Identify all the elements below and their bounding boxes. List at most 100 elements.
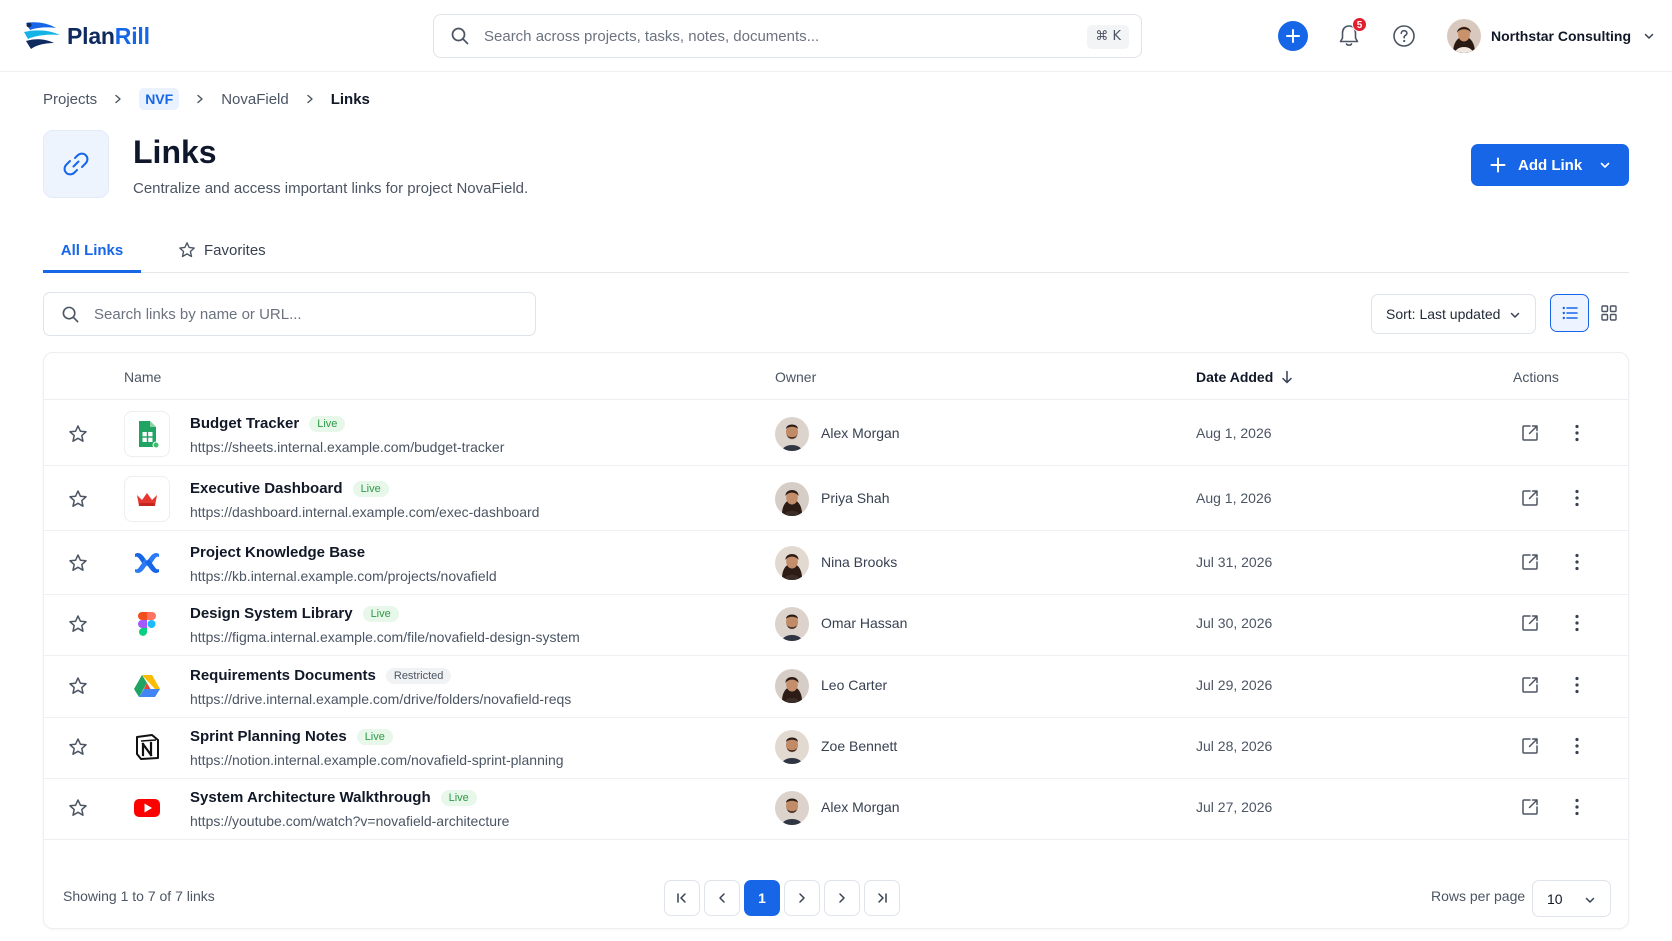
star-icon: [179, 242, 195, 258]
table-row[interactable]: Budget Tracker Live https://sheets.interna…: [44, 401, 1628, 466]
notification-badge: 5: [1352, 17, 1367, 32]
last-page-icon: [878, 893, 887, 903]
page-icon: [43, 130, 109, 198]
column-header-owner[interactable]: Owner: [775, 369, 816, 385]
more-vertical-icon[interactable]: [1566, 487, 1588, 509]
link-name[interactable]: Sprint Planning Notes: [190, 728, 347, 745]
open-external-icon[interactable]: [1520, 797, 1540, 817]
previous-page-button[interactable]: [704, 880, 740, 916]
top-bar: PlanRill ⌘ K 5: [0, 0, 1672, 72]
more-vertical-icon[interactable]: [1566, 674, 1588, 696]
open-external-icon[interactable]: [1520, 423, 1540, 443]
global-search-box[interactable]: ⌘ K: [433, 14, 1142, 58]
avatar: [775, 791, 809, 825]
favorite-star-icon[interactable]: [68, 676, 88, 696]
first-page-icon: [677, 893, 686, 903]
breadcrumb-projects[interactable]: Projects: [43, 91, 97, 108]
open-external-icon[interactable]: [1520, 488, 1540, 508]
links-table: Name Owner Date Added Actions Budget Tra…: [43, 352, 1629, 929]
link-url[interactable]: https://notion.internal.example.com/nova…: [190, 752, 564, 768]
plus-icon: [1286, 29, 1300, 43]
table-header: Name Owner Date Added Actions: [44, 353, 1628, 400]
more-vertical-icon[interactable]: [1566, 735, 1588, 757]
table-row[interactable]: Sprint Planning Notes Live https://notion.…: [44, 714, 1628, 779]
add-link-button[interactable]: Add Link: [1471, 144, 1629, 186]
link-name[interactable]: Budget Tracker: [190, 415, 299, 432]
app-name: PlanRill: [67, 22, 150, 49]
favorite-star-icon[interactable]: [68, 798, 88, 818]
account-menu[interactable]: Northstar Consulting: [1447, 19, 1655, 53]
more-vertical-icon[interactable]: [1566, 551, 1588, 573]
column-header-name[interactable]: Name: [124, 369, 161, 385]
column-header-actions: Actions: [1513, 369, 1559, 385]
chevron-right-icon: [839, 893, 845, 903]
table-row[interactable]: Design System Library Live https://figma.i…: [44, 591, 1628, 656]
owner-name: Omar Hassan: [821, 615, 908, 631]
quick-create-button[interactable]: [1278, 21, 1308, 51]
status-badge: Restricted: [385, 667, 452, 684]
more-vertical-icon[interactable]: [1566, 422, 1588, 444]
rows-per-page-select[interactable]: 10: [1532, 880, 1611, 917]
breadcrumb-project-name[interactable]: NovaField: [221, 91, 289, 108]
tab-all-links[interactable]: All Links: [43, 232, 141, 273]
link-name-line: System Architecture Walkthrough Live: [190, 789, 477, 806]
favorite-star-icon[interactable]: [68, 424, 88, 444]
link-search-box[interactable]: [43, 292, 536, 336]
table-row[interactable]: Executive Dashboard Live https://dashboard…: [44, 466, 1628, 531]
search-icon: [451, 27, 469, 45]
link-icon: [63, 152, 89, 176]
first-page-button[interactable]: [664, 880, 700, 916]
favorite-star-icon[interactable]: [68, 614, 88, 634]
link-name[interactable]: Design System Library: [190, 605, 353, 622]
tab-favorites[interactable]: Favorites: [178, 232, 266, 273]
link-url[interactable]: https://youtube.com/watch?v=novafield-ar…: [190, 813, 509, 829]
list-view-toggle[interactable]: [1550, 294, 1589, 332]
planrill-logo-icon: [24, 22, 60, 49]
breadcrumb-project-code[interactable]: NVF: [139, 88, 180, 110]
open-external-icon[interactable]: [1520, 675, 1540, 695]
link-url[interactable]: https://kb.internal.example.com/projects…: [190, 568, 497, 584]
page-title: Links: [133, 134, 217, 170]
more-vertical-icon[interactable]: [1566, 796, 1588, 818]
page-button-current[interactable]: 1: [744, 880, 780, 916]
last-page-button[interactable]: [864, 880, 900, 916]
next-page-button-alt[interactable]: [824, 880, 860, 916]
table-row[interactable]: Requirements Documents Restricted https://…: [44, 653, 1628, 718]
link-name[interactable]: System Architecture Walkthrough: [190, 789, 431, 806]
link-name-line: Design System Library Live: [190, 605, 399, 622]
grid-view-toggle[interactable]: [1589, 294, 1629, 332]
grid-icon: [1601, 305, 1617, 321]
global-search-input[interactable]: [484, 27, 1064, 45]
link-name-line: Requirements Documents Restricted: [190, 667, 452, 684]
status-badge: Live: [440, 789, 477, 806]
link-url[interactable]: https://figma.internal.example.com/file/…: [190, 629, 580, 645]
app-logo[interactable]: PlanRill: [22, 19, 150, 53]
more-vertical-icon[interactable]: [1566, 612, 1588, 634]
next-page-button[interactable]: [784, 880, 820, 916]
tabs: All Links Favorites: [43, 232, 1629, 273]
link-name[interactable]: Requirements Documents: [190, 667, 376, 684]
date-added: Aug 1, 2026: [1196, 490, 1272, 506]
favorite-star-icon[interactable]: [68, 553, 88, 573]
favorite-star-icon[interactable]: [68, 489, 88, 509]
avatar: [775, 546, 809, 580]
open-external-icon[interactable]: [1520, 613, 1540, 633]
link-url[interactable]: https://sheets.internal.example.com/budg…: [190, 439, 504, 455]
plus-icon: [1490, 157, 1506, 173]
favorite-star-icon[interactable]: [68, 737, 88, 757]
sort-dropdown[interactable]: Sort: Last updated: [1371, 294, 1536, 334]
link-search-input[interactable]: [94, 305, 514, 323]
link-url[interactable]: https://dashboard.internal.example.com/e…: [190, 504, 539, 520]
open-external-icon[interactable]: [1520, 736, 1540, 756]
table-row[interactable]: System Architecture Walkthrough Live https…: [44, 775, 1628, 840]
chevron-down-icon[interactable]: [1599, 159, 1611, 171]
table-row[interactable]: Project Knowledge Base https://kb.interna…: [44, 530, 1628, 595]
link-name[interactable]: Project Knowledge Base: [190, 544, 365, 561]
link-name[interactable]: Executive Dashboard: [190, 480, 343, 497]
chevron-right-icon: [197, 94, 203, 104]
open-external-icon[interactable]: [1520, 552, 1540, 572]
status-badge: Live: [356, 728, 393, 745]
help-icon[interactable]: [1392, 24, 1416, 48]
link-url[interactable]: https://drive.internal.example.com/drive…: [190, 691, 571, 707]
column-header-date-added[interactable]: Date Added: [1196, 369, 1293, 385]
